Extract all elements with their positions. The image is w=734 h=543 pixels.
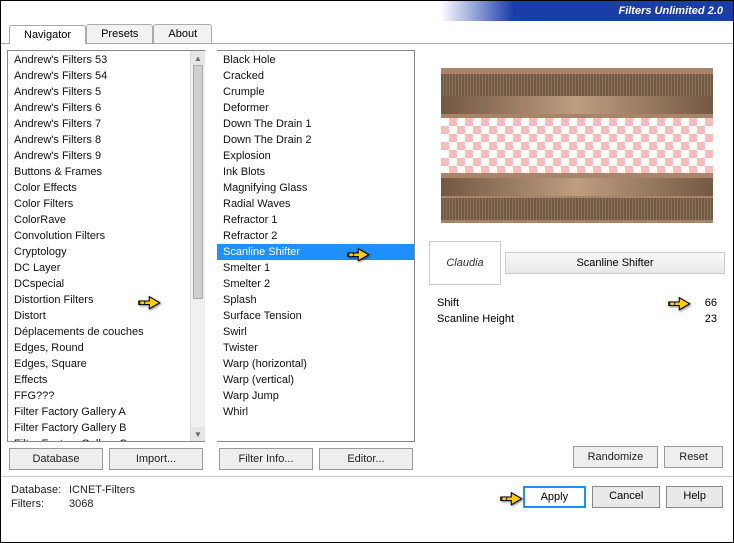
list-item[interactable]: Twister [217,340,414,356]
filter-column: Black HoleCrackedCrumpleDeformerDown The… [211,44,421,476]
filter-listbox[interactable]: Black HoleCrackedCrumpleDeformerDown The… [217,50,415,442]
list-item[interactable]: Crumple [217,84,414,100]
list-item[interactable]: FFG??? [8,388,205,404]
title-bar: Filters Unlimited 2.0 [1,1,733,21]
list-item[interactable]: DC Layer [8,260,205,276]
list-item[interactable]: Refractor 1 [217,212,414,228]
list-item[interactable]: Andrew's Filters 5 [8,84,205,100]
preview-column: Claudia Scanline Shifter Shift 66 Scanline… [421,44,733,476]
current-filter-name: Scanline Shifter [505,252,725,274]
import-button[interactable]: Import... [109,448,203,470]
list-item[interactable]: Black Hole [217,52,414,68]
param-value: 23 [693,313,717,325]
preview-decoration [441,118,713,173]
tab-presets[interactable]: Presets [86,24,153,43]
list-item[interactable]: Scanline Shifter [217,244,414,260]
filter-title-row: Claudia Scanline Shifter [429,241,725,285]
param-row: Scanline Height 23 [437,311,717,327]
list-item[interactable]: Distortion Filters [8,292,205,308]
filter-info-button[interactable]: Filter Info... [219,448,313,470]
action-button-row: Apply Cancel Help [523,486,723,508]
list-item[interactable]: Cryptology [8,244,205,260]
status-text: Database:ICNET-Filters Filters:3068 [11,483,135,512]
list-item[interactable]: Andrew's Filters 7 [8,116,205,132]
content-area: ▲ ▼ Andrew's Filters 53Andrew's Filters … [1,44,733,476]
param-label: Shift [437,297,547,309]
list-item[interactable]: Color Effects [8,180,205,196]
list-item[interactable]: Andrew's Filters 53 [8,52,205,68]
list-item[interactable]: Filter Factory Gallery C [8,436,205,442]
list-item[interactable]: Magnifying Glass [217,180,414,196]
list-item[interactable]: Whirl [217,404,414,420]
preview-decoration [441,178,713,196]
param-row: Shift 66 [437,295,717,311]
list-item[interactable]: Ink Blots [217,164,414,180]
filter-button-row: Filter Info... Editor... [217,448,415,470]
list-item[interactable]: Color Filters [8,196,205,212]
list-item[interactable]: Splash [217,292,414,308]
list-item[interactable]: Down The Drain 2 [217,132,414,148]
list-item[interactable]: Edges, Square [8,356,205,372]
list-item[interactable]: Distort [8,308,205,324]
list-item[interactable]: Cracked [217,68,414,84]
list-item[interactable]: Buttons & Frames [8,164,205,180]
reset-button[interactable]: Reset [664,446,723,468]
list-item[interactable]: Warp Jump [217,388,414,404]
list-item[interactable]: Filter Factory Gallery B [8,420,205,436]
list-item[interactable]: Radial Waves [217,196,414,212]
editor-button[interactable]: Editor... [319,448,413,470]
list-item[interactable]: Refractor 2 [217,228,414,244]
list-item[interactable]: Swirl [217,324,414,340]
list-item[interactable]: Down The Drain 1 [217,116,414,132]
database-label: Database: [11,483,69,497]
status-bar: Database:ICNET-Filters Filters:3068 Appl… [1,476,733,518]
list-item[interactable]: Déplacements de couches [8,324,205,340]
category-button-row: Database Import... [7,448,205,470]
author-logo: Claudia [429,241,501,285]
category-listbox[interactable]: ▲ ▼ Andrew's Filters 53Andrew's Filters … [7,50,205,442]
list-item[interactable]: Deformer [217,100,414,116]
preview-decoration [441,74,713,96]
help-button[interactable]: Help [666,486,723,508]
list-item[interactable]: Warp (vertical) [217,372,414,388]
list-item[interactable]: Surface Tension [217,308,414,324]
list-item[interactable]: Andrew's Filters 6 [8,100,205,116]
list-item[interactable]: Andrew's Filters 8 [8,132,205,148]
list-item[interactable]: Effects [8,372,205,388]
tab-navigator[interactable]: Navigator [9,25,86,44]
list-item[interactable]: Warp (horizontal) [217,356,414,372]
list-item[interactable]: Smelter 1 [217,260,414,276]
param-slider[interactable] [555,316,685,322]
list-item[interactable]: DCspecial [8,276,205,292]
preview-image [441,68,713,223]
tab-about[interactable]: About [153,24,212,43]
list-item[interactable]: Explosion [217,148,414,164]
app-title: Filters Unlimited 2.0 [618,5,723,17]
list-item[interactable]: Andrew's Filters 54 [8,68,205,84]
filters-value: 3068 [69,498,93,510]
preview-button-row: Randomize Reset [429,446,725,468]
parameter-panel: Shift 66 Scanline Height 23 [437,295,717,327]
list-item[interactable]: Andrew's Filters 9 [8,148,205,164]
preview-decoration [441,96,713,114]
cancel-button[interactable]: Cancel [592,486,660,508]
tab-strip: Navigator Presets About [1,24,733,44]
apply-button[interactable]: Apply [523,486,587,508]
preview-decoration [441,198,713,220]
list-item[interactable]: Smelter 2 [217,276,414,292]
randomize-button[interactable]: Randomize [573,446,659,468]
list-item[interactable]: Convolution Filters [8,228,205,244]
param-slider[interactable] [555,300,685,306]
list-item[interactable]: Edges, Round [8,340,205,356]
param-label: Scanline Height [437,313,547,325]
list-item[interactable]: ColorRave [8,212,205,228]
list-item[interactable]: Filter Factory Gallery A [8,404,205,420]
database-button[interactable]: Database [9,448,103,470]
database-value: ICNET-Filters [69,484,135,496]
category-column: ▲ ▼ Andrew's Filters 53Andrew's Filters … [1,44,211,476]
filters-label: Filters: [11,497,69,511]
param-value: 66 [693,297,717,309]
